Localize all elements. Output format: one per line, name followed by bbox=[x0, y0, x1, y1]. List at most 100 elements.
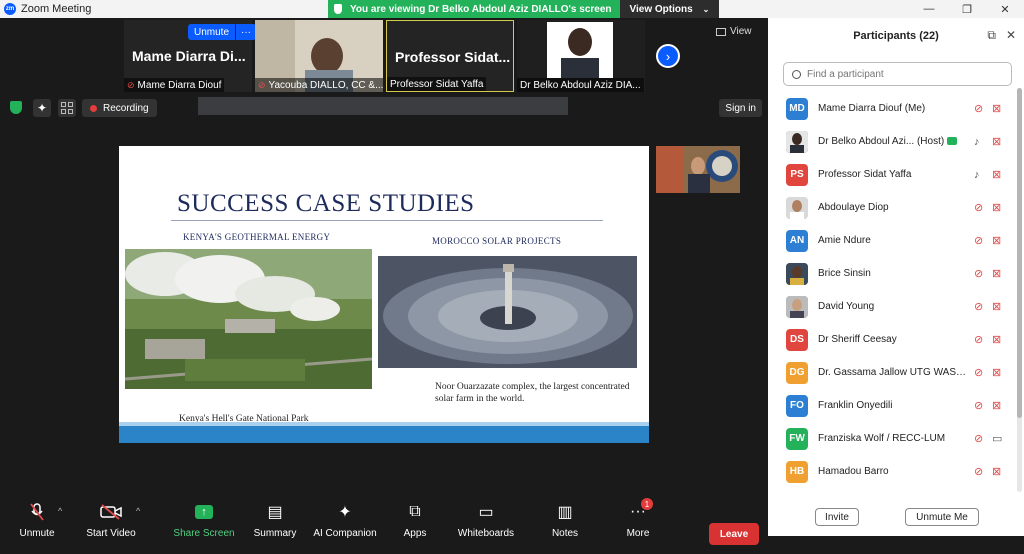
more-icon: ··· 1 bbox=[627, 498, 653, 522]
thumb-label-text: Mame Diarra Diouf bbox=[137, 79, 222, 91]
close-panel-icon[interactable]: ✕ bbox=[1006, 28, 1016, 43]
scrollbar-thumb[interactable] bbox=[1017, 88, 1022, 418]
mic-muted-icon[interactable]: ⊘ bbox=[974, 201, 983, 214]
video-off-icon[interactable]: ⊠ bbox=[992, 333, 1001, 346]
thumb-more-button[interactable]: ··· bbox=[236, 24, 257, 40]
video-off-icon[interactable]: ⊠ bbox=[992, 234, 1001, 247]
video-off-icon[interactable]: ⊠ bbox=[992, 201, 1001, 214]
participant-name: Franklin Onyedili bbox=[818, 400, 893, 411]
view-options-label: View Options bbox=[629, 3, 693, 15]
more-label: More bbox=[626, 528, 650, 539]
window-title: Zoom Meeting bbox=[21, 3, 92, 15]
mic-muted-icon[interactable]: ⊘ bbox=[974, 366, 983, 379]
right-caption: MOROCCO SOLAR PROJECTS bbox=[432, 236, 562, 246]
mic-on-icon[interactable]: ♪ bbox=[974, 136, 980, 148]
mic-muted-icon[interactable]: ⊘ bbox=[974, 102, 983, 115]
minimize-button[interactable]: — bbox=[910, 0, 948, 18]
video-options-caret-icon[interactable]: ^ bbox=[136, 506, 140, 516]
ai-sparkle-icon[interactable]: ✦ bbox=[33, 99, 51, 117]
avatar: AN bbox=[786, 229, 808, 252]
speaker-video[interactable] bbox=[656, 146, 740, 193]
participant-row[interactable]: PS Professor Sidat Yaffa ♪ ⊠ bbox=[768, 158, 1024, 191]
video-off-icon[interactable]: ⊠ bbox=[992, 102, 1001, 115]
layout-grid-icon[interactable] bbox=[58, 99, 76, 117]
participant-row[interactable]: FO Franklin Onyedili ⊘ ⊠ bbox=[768, 389, 1024, 422]
avatar: DG bbox=[786, 361, 808, 384]
notes-button[interactable]: ▥ Notes bbox=[530, 502, 600, 539]
participant-name: David Young bbox=[818, 301, 875, 312]
mic-muted-icon[interactable]: ⊘ bbox=[974, 465, 983, 478]
apps-button[interactable]: ⧉ Apps bbox=[380, 502, 450, 539]
slide-footer-bar bbox=[119, 422, 649, 443]
participant-row[interactable]: FW Franziska Wolf / RECC-LUM ⊘ ▭ bbox=[768, 422, 1024, 455]
mic-muted-icon[interactable]: ⊘ bbox=[974, 333, 983, 346]
participant-row[interactable]: HB Hamadou Barro ⊘ ⊠ bbox=[768, 455, 1024, 488]
solar-farm-image bbox=[378, 256, 637, 368]
participant-name: Abdoulaye Diop bbox=[818, 202, 889, 213]
mic-options-caret-icon[interactable]: ^ bbox=[58, 506, 62, 516]
whiteboards-button[interactable]: ▭ Whiteboards bbox=[451, 502, 521, 539]
participant-row[interactable]: Dr Belko Abdoul Azi... (Host) ♪ ⊠ bbox=[768, 125, 1024, 158]
summary-button[interactable]: ▤ Summary bbox=[240, 502, 310, 539]
share-screen-label: Share Screen bbox=[173, 528, 235, 539]
video-off-icon[interactable]: ⊠ bbox=[992, 267, 1001, 280]
panel-title: Participants (22) bbox=[853, 30, 939, 42]
popout-icon[interactable]: ⧉ bbox=[987, 28, 996, 43]
participant-name: Professor Sidat Yaffa bbox=[818, 169, 912, 180]
record-dot-icon bbox=[90, 104, 97, 112]
video-thumb-active-speaker[interactable]: Professor Sidat... Professor Sidat Yaffa bbox=[386, 20, 514, 92]
next-page-arrow-icon[interactable]: › bbox=[656, 44, 680, 68]
view-options-button[interactable]: View Options ⌄ bbox=[619, 0, 720, 18]
participant-search[interactable] bbox=[783, 62, 1012, 86]
ai-companion-button[interactable]: ✦ AI Companion bbox=[310, 502, 380, 539]
participant-row[interactable]: DS Dr Sheriff Ceesay ⊘ ⊠ bbox=[768, 323, 1024, 356]
thumb-unmute-button[interactable]: Unmute bbox=[188, 24, 236, 40]
security-shield-icon[interactable] bbox=[10, 101, 22, 114]
participant-row[interactable]: David Young ⊘ ⊠ bbox=[768, 290, 1024, 323]
mic-off-icon bbox=[26, 502, 48, 522]
video-off-icon[interactable]: ⊠ bbox=[992, 465, 1001, 478]
view-button[interactable]: View bbox=[716, 26, 752, 37]
video-off-icon[interactable]: ⊠ bbox=[992, 168, 1001, 181]
share-screen-icon: ↑ bbox=[193, 502, 215, 522]
speaker-video-icon bbox=[656, 146, 740, 193]
maximize-button[interactable]: ❐ bbox=[948, 0, 986, 18]
participant-label: Professor Sidat Yaffa bbox=[387, 77, 487, 91]
share-screen-button[interactable]: ↑ Share Screen bbox=[169, 502, 239, 539]
participant-scrollbar[interactable] bbox=[1017, 88, 1022, 492]
close-button[interactable]: ✕ bbox=[986, 0, 1024, 18]
video-off-icon[interactable]: ⊠ bbox=[992, 366, 1001, 379]
video-off-icon[interactable]: ⊠ bbox=[992, 399, 1001, 412]
video-thumb[interactable]: Dr Belko Abdoul Aziz DIA... bbox=[517, 20, 645, 92]
mic-muted-icon[interactable]: ⊘ bbox=[974, 432, 983, 445]
slide-title: SUCCESS CASE STUDIES bbox=[177, 190, 475, 217]
view-grid-icon bbox=[716, 27, 726, 36]
recording-indicator[interactable]: Recording bbox=[82, 99, 157, 117]
search-input[interactable] bbox=[807, 68, 997, 80]
sign-in-button[interactable]: Sign in bbox=[719, 99, 762, 117]
mic-muted-icon[interactable]: ⊘ bbox=[974, 234, 983, 247]
mic-muted-icon[interactable]: ⊘ bbox=[974, 300, 983, 313]
participant-row[interactable]: DG Dr. Gassama Jallow UTG WASC... ⊘ ⊠ bbox=[768, 356, 1024, 389]
participant-row[interactable]: AN Amie Ndure ⊘ ⊠ bbox=[768, 224, 1024, 257]
video-off-icon[interactable]: ⊠ bbox=[992, 135, 1001, 148]
mic-on-icon[interactable]: ♪ bbox=[974, 169, 980, 181]
unmute-me-button[interactable]: Unmute Me bbox=[905, 508, 979, 526]
mic-muted-icon[interactable]: ⊘ bbox=[974, 399, 983, 412]
mic-muted-icon[interactable]: ⊘ bbox=[974, 267, 983, 280]
video-on-icon[interactable]: ▭ bbox=[992, 432, 1002, 445]
video-off-icon[interactable]: ⊠ bbox=[992, 300, 1001, 313]
participant-row[interactable]: Brice Sinsin ⊘ ⊠ bbox=[768, 257, 1024, 290]
leave-button[interactable]: Leave bbox=[709, 523, 759, 545]
participant-row[interactable]: MD Mame Diarra Diouf (Me) ⊘ ⊠ bbox=[768, 92, 1024, 125]
apps-label: Apps bbox=[403, 528, 427, 539]
participant-name: Hamadou Barro bbox=[818, 466, 889, 477]
summary-label: Summary bbox=[253, 528, 297, 539]
participant-name: Amie Ndure bbox=[818, 235, 871, 246]
invite-button[interactable]: Invite bbox=[815, 508, 859, 526]
thumb-label-text: Dr Belko Abdoul Aziz DIA... bbox=[520, 79, 641, 91]
participant-row[interactable]: Abdoulaye Diop ⊘ ⊠ bbox=[768, 191, 1024, 224]
more-button[interactable]: ··· 1 More bbox=[603, 498, 673, 539]
video-off-icon bbox=[100, 502, 122, 522]
video-thumb[interactable]: ⊘ Yacouba DIALLO, CC &... bbox=[255, 20, 383, 92]
